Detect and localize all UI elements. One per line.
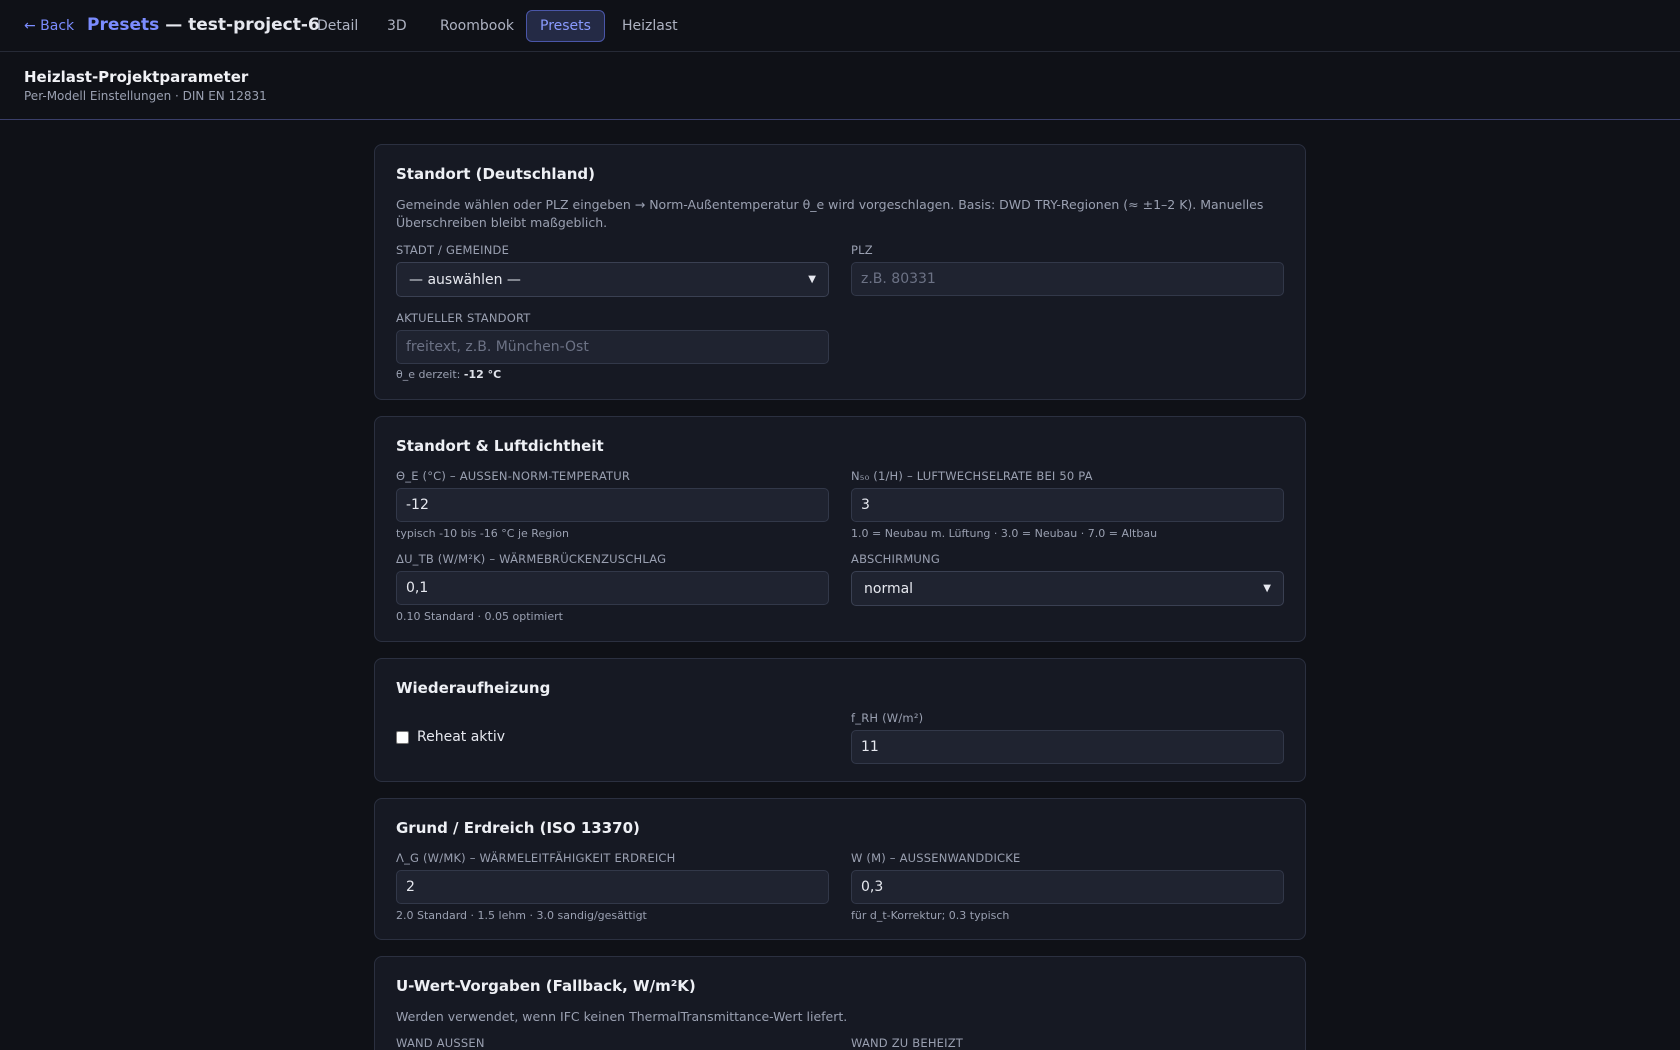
theta-hint: typisch -10 bis -16 °C je Region bbox=[396, 527, 569, 540]
back-link[interactable]: ← Back bbox=[24, 18, 74, 34]
reheat-checkbox[interactable] bbox=[396, 730, 409, 744]
card-wiederaufheizung: Wiederaufheizung Reheat aktiv f_RH (W/m²… bbox=[374, 658, 1306, 782]
du-tb-label: ΔU_TB (W/m²K) – Wärmebrückenzuschlag bbox=[396, 552, 667, 566]
abschirmung-select-value: normal bbox=[864, 580, 914, 597]
chevron-down-icon: ▼ bbox=[808, 274, 816, 285]
heading-section: Presets bbox=[87, 15, 160, 35]
current-location-input[interactable] bbox=[396, 330, 829, 364]
tab-presets[interactable]: Presets bbox=[526, 10, 605, 42]
lambda-label: λ_g (W/mK) – Wärmeleitfähigkeit Erdreich bbox=[396, 851, 676, 865]
frh-label: f_RH (W/m²) bbox=[851, 711, 924, 725]
card-standort: Standort (Deutschland) Gemeinde wählen o… bbox=[374, 144, 1306, 400]
du-tb-hint: 0.10 Standard · 0.05 optimiert bbox=[396, 610, 563, 623]
card-title: Grund / Erdreich (ISO 13370) bbox=[396, 819, 640, 837]
tab-roombook[interactable]: Roombook bbox=[426, 10, 528, 42]
wall-thickness-input[interactable] bbox=[851, 870, 1284, 904]
wall-outside-label: Wand aussen bbox=[396, 1036, 485, 1050]
n50-hint: 1.0 = Neubau m. Lüftung · 3.0 = Neubau ·… bbox=[851, 527, 1158, 540]
tab-heizlast[interactable]: Heizlast bbox=[608, 10, 692, 42]
theta-label: θ_e (°C) – Aussen-Norm-Temperatur bbox=[396, 469, 631, 483]
reheat-checkbox-row[interactable]: Reheat aktiv bbox=[396, 729, 505, 745]
frh-input[interactable] bbox=[851, 730, 1284, 764]
city-select[interactable]: — auswählen — ▼ bbox=[396, 262, 829, 297]
wall-thickness-label: w (m) – Aussenwanddicke bbox=[851, 851, 1021, 865]
n50-label: n₅₀ (1/h) – Luftwechselrate bei 50 Pa bbox=[851, 469, 1093, 483]
theta-current-value: -12 °C bbox=[463, 368, 502, 381]
n50-input[interactable] bbox=[851, 488, 1284, 522]
page-subtitle: Per-Modell Einstellungen · DIN EN 12831 bbox=[24, 89, 267, 103]
card-u-wert: U-Wert-Vorgaben (Fallback, W/m²K) Werden… bbox=[374, 956, 1306, 1050]
card-title: Standort & Luftdichtheit bbox=[396, 437, 604, 455]
page-title: Heizlast-Projektparameter bbox=[24, 68, 249, 86]
theta-current-prefix: θ_e derzeit: bbox=[396, 368, 464, 381]
reheat-checkbox-label: Reheat aktiv bbox=[417, 729, 506, 745]
top-nav-bar: ← Back Presets — test-project-6 Detail 3… bbox=[0, 0, 1680, 52]
abschirmung-select[interactable]: normal ▼ bbox=[851, 571, 1284, 606]
chevron-down-icon: ▼ bbox=[1263, 583, 1271, 594]
tab-3d[interactable]: 3D bbox=[373, 10, 421, 42]
theta-input[interactable] bbox=[396, 488, 829, 522]
card-description: Werden verwendet, wenn IFC keinen Therma… bbox=[396, 1009, 848, 1024]
theta-current-hint: θ_e derzeit: -12 °C bbox=[396, 368, 501, 381]
card-description: Gemeinde wählen oder PLZ eingeben → Norm… bbox=[396, 197, 1264, 230]
lambda-input[interactable] bbox=[396, 870, 829, 904]
card-title: Wiederaufheizung bbox=[396, 679, 551, 697]
wall-heated-label: Wand zu beheizt bbox=[851, 1036, 964, 1050]
city-label: Stadt / Gemeinde bbox=[396, 243, 510, 257]
heading-project: — test-project-6 bbox=[159, 15, 320, 35]
card-luftdichtheit: Standort & Luftdichtheit θ_e (°C) – Auss… bbox=[374, 416, 1306, 642]
page-header: Heizlast-Projektparameter Per-Modell Ein… bbox=[0, 52, 1680, 120]
du-tb-input[interactable] bbox=[396, 571, 829, 605]
plz-input[interactable] bbox=[851, 262, 1284, 296]
lambda-hint: 2.0 Standard · 1.5 lehm · 3.0 sandig/ges… bbox=[396, 909, 647, 922]
wall-thickness-hint: für d_t-Korrektur; 0.3 typisch bbox=[851, 909, 1010, 922]
abschirmung-label: Abschirmung bbox=[851, 552, 940, 566]
city-select-value: — auswählen — bbox=[409, 271, 521, 288]
card-grund-erdreich: Grund / Erdreich (ISO 13370) λ_g (W/mK) … bbox=[374, 798, 1306, 940]
page-heading: Presets — test-project-6 bbox=[87, 15, 320, 35]
plz-label: PLZ bbox=[851, 243, 873, 257]
current-location-label: Aktueller Standort bbox=[396, 311, 531, 325]
card-title: Standort (Deutschland) bbox=[396, 165, 595, 183]
tab-detail[interactable]: Detail bbox=[303, 10, 372, 42]
card-title: U-Wert-Vorgaben (Fallback, W/m²K) bbox=[396, 977, 696, 995]
